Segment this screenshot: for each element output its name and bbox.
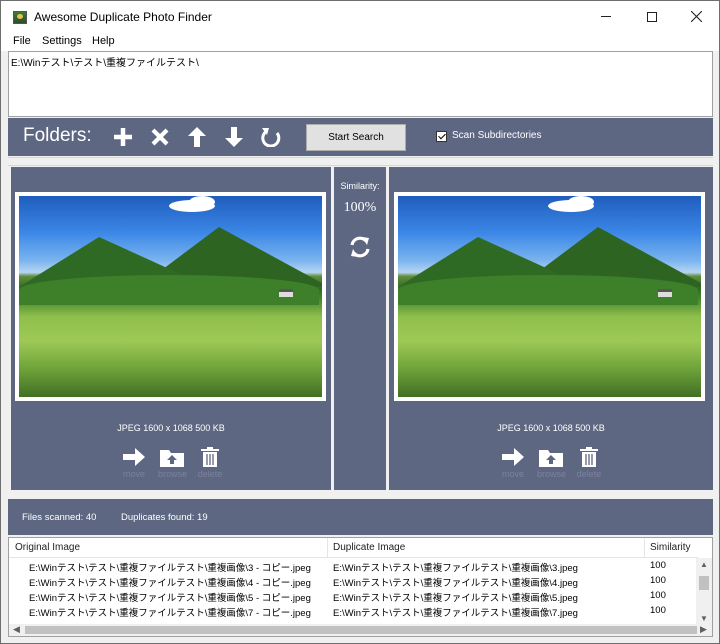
similarity-cell: 100 [650, 560, 666, 571]
scan-status-bar: Files scanned: 40 Duplicates found: 19 [8, 499, 713, 535]
scroll-right-icon[interactable]: ▶ [700, 624, 707, 635]
minimize-button[interactable] [583, 1, 629, 32]
move-original-button[interactable]: move [120, 447, 148, 479]
folder-upload-icon [539, 450, 563, 467]
menu-help[interactable]: Help [92, 35, 115, 47]
duplicate-cell: E:\Winテスト\テスト\重複ファイルテスト\重複画像\7.jpeg [333, 608, 578, 619]
original-cell: E:\Winテスト\テスト\重複ファイルテスト\重複画像\7 - コピー.jpe… [29, 608, 311, 619]
swap-button[interactable] [348, 235, 372, 259]
title-bar: Awesome Duplicate Photo Finder [1, 1, 719, 32]
plus-icon [114, 128, 132, 146]
maximize-icon [647, 11, 657, 22]
scroll-up-icon[interactable]: ▲ [700, 560, 708, 569]
horizontal-scrollbar[interactable]: ◀ ▶ [9, 624, 712, 636]
trash-icon [580, 447, 598, 467]
move-down-button[interactable] [223, 126, 245, 148]
table-row[interactable]: E:\Winテスト\テスト\重複ファイルテスト\重複画像\7 - コピー.jpe… [9, 604, 698, 619]
horizontal-scroll-thumb[interactable] [25, 626, 697, 634]
vertical-scroll-thumb[interactable] [699, 576, 709, 590]
splitter[interactable] [8, 157, 713, 166]
arrow-down-icon [225, 127, 243, 147]
delete-duplicate-button[interactable]: delete [575, 447, 603, 479]
duplicate-image-frame [394, 192, 705, 401]
original-cell: E:\Winテスト\テスト\重複ファイルテスト\重複画像\4 - コピー.jpe… [29, 578, 311, 589]
column-header-original[interactable]: Original Image [15, 542, 80, 553]
original-cell: E:\Winテスト\テスト\重複ファイルテスト\重複画像\3 - コピー.jpe… [29, 563, 311, 574]
arrow-up-icon [188, 127, 206, 147]
original-image [19, 196, 322, 397]
folder-upload-icon [160, 450, 184, 467]
similarity-cell: 100 [650, 590, 666, 601]
folder-list-item[interactable]: E:\Winテスト\テスト\重複ファイルテスト\ [11, 54, 199, 69]
results-table: Original Image Duplicate Image Similarit… [8, 537, 713, 637]
app-icon [13, 11, 27, 24]
duplicate-image-panel: JPEG 1600 x 1068 500 KB move browse dele… [389, 167, 713, 490]
move-duplicate-button[interactable]: move [499, 447, 527, 479]
move-up-button[interactable] [186, 126, 208, 148]
delete-label: delete [576, 469, 602, 479]
scroll-down-icon[interactable]: ▼ [700, 614, 708, 623]
vertical-scrollbar[interactable]: ▲ ▼ [696, 558, 712, 626]
browse-label: browse [537, 469, 567, 479]
arrow-right-icon [123, 448, 145, 466]
duplicates-found-text: Duplicates found: 19 [121, 512, 208, 523]
menu-bar: File Settings Help [1, 32, 719, 51]
swap-icon [350, 236, 370, 258]
close-button[interactable] [673, 1, 719, 32]
table-header: Original Image Duplicate Image Similarit… [9, 538, 698, 558]
original-image-panel: JPEG 1600 x 1068 500 KB move browse dele… [11, 167, 331, 490]
original-image-info: JPEG 1600 x 1068 500 KB [117, 423, 225, 433]
similarity-label: Similarity: [340, 181, 380, 191]
folders-label: Folders: [23, 125, 92, 146]
folder-list[interactable]: E:\Winテスト\テスト\重複ファイルテスト\ [8, 51, 713, 117]
duplicate-cell: E:\Winテスト\テスト\重複ファイルテスト\重複画像\5.jpeg [333, 593, 578, 604]
duplicate-image-info: JPEG 1600 x 1068 500 KB [497, 423, 605, 433]
scroll-left-icon[interactable]: ◀ [13, 624, 20, 635]
similarity-panel: Similarity: 100% [334, 167, 386, 490]
original-image-frame [15, 192, 326, 401]
close-icon [690, 11, 702, 22]
menu-settings[interactable]: Settings [42, 35, 82, 47]
delete-original-button[interactable]: delete [196, 447, 224, 479]
remove-folder-button[interactable] [149, 126, 171, 148]
remove-icon [151, 128, 169, 146]
duplicate-cell: E:\Winテスト\テスト\重複ファイルテスト\重複画像\3.jpeg [333, 563, 578, 574]
start-search-button[interactable]: Start Search [306, 124, 406, 151]
column-header-similarity[interactable]: Similarity [650, 542, 691, 553]
folders-toolbar: Folders: Start Search Scan Subdirectorie… [8, 118, 713, 156]
files-scanned-text: Files scanned: 40 [22, 512, 97, 523]
delete-label: delete [197, 469, 223, 479]
move-label: move [122, 469, 145, 479]
table-row[interactable]: E:\Winテスト\テスト\重複ファイルテスト\重複画像\4 - コピー.jpe… [9, 574, 698, 589]
window-title: Awesome Duplicate Photo Finder [34, 10, 212, 24]
similarity-cell: 100 [650, 575, 666, 586]
minimize-icon [601, 16, 611, 17]
app-window: Awesome Duplicate Photo Finder File Sett… [0, 0, 720, 644]
duplicate-image [398, 196, 701, 397]
maximize-button[interactable] [629, 1, 675, 32]
menu-file[interactable]: File [13, 35, 31, 47]
similarity-value: 100% [343, 200, 377, 215]
original-cell: E:\Winテスト\テスト\重複ファイルテスト\重複画像\5 - コピー.jpe… [29, 593, 311, 604]
undo-icon [261, 128, 281, 147]
table-row[interactable]: E:\Winテスト\テスト\重複ファイルテスト\重複画像\3 - コピー.jpe… [9, 559, 698, 574]
arrow-right-icon [502, 448, 524, 466]
scan-subdirectories-checkbox[interactable] [436, 131, 447, 142]
browse-label: browse [158, 469, 188, 479]
move-label: move [501, 469, 524, 479]
browse-original-button[interactable]: browse [158, 447, 188, 479]
scan-subdirectories-label: Scan Subdirectories [452, 130, 542, 141]
trash-icon [201, 447, 219, 467]
add-folder-button[interactable] [112, 126, 134, 148]
table-row[interactable]: E:\Winテスト\テスト\重複ファイルテスト\重複画像\5 - コピー.jpe… [9, 589, 698, 604]
browse-duplicate-button[interactable]: browse [537, 447, 567, 479]
duplicate-cell: E:\Winテスト\テスト\重複ファイルテスト\重複画像\4.jpeg [333, 578, 578, 589]
column-header-duplicate[interactable]: Duplicate Image [333, 542, 405, 553]
reset-button[interactable] [260, 126, 282, 148]
similarity-cell: 100 [650, 605, 666, 616]
